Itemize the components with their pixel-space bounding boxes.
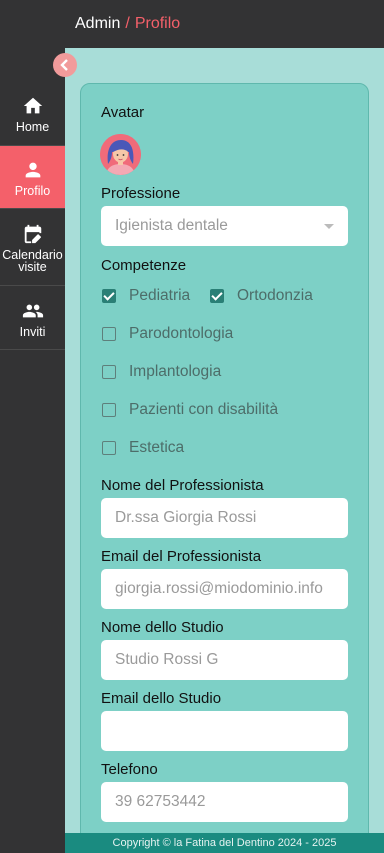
breadcrumb-current: Profilo xyxy=(134,15,181,32)
skill-checkbox-pediatria[interactable]: Pediatria xyxy=(102,287,190,305)
profession-label: Professione xyxy=(101,185,181,202)
skill-label: Implantologia xyxy=(129,363,222,380)
person-icon xyxy=(25,162,40,178)
sidebar-item-label: Home xyxy=(15,120,50,134)
professional-email-label: Email del Professionista xyxy=(101,548,262,565)
breadcrumb-root[interactable]: Admin xyxy=(75,15,120,33)
professional-name-input[interactable]: Dr.ssa Giorgia Rossi xyxy=(101,498,348,538)
sidebar-item-label: Inviti xyxy=(19,325,46,339)
skill-label: Pazienti con disabilità xyxy=(129,401,279,418)
sidebar-item-label: Calendario visite xyxy=(2,248,63,274)
avatar[interactable] xyxy=(100,134,141,175)
phone-label: Telefono xyxy=(101,761,158,778)
breadcrumb-separator: / xyxy=(125,15,130,32)
skill-label: Pediatria xyxy=(129,287,191,304)
checkbox-unchecked-icon[interactable] xyxy=(102,403,116,417)
avatar-label: Avatar xyxy=(101,104,145,121)
skill-checkbox-pazienti-con-disabilita[interactable]: Pazienti con disabilità xyxy=(102,401,278,419)
skill-checkbox-parodontologia[interactable]: Parodontologia xyxy=(102,325,233,343)
chevron-left-icon xyxy=(60,59,68,71)
checkbox-unchecked-icon[interactable] xyxy=(102,327,116,341)
home-icon xyxy=(23,97,42,114)
studio-email-label: Email dello Studio xyxy=(101,690,222,707)
people-icon xyxy=(22,304,43,318)
profession-select-value: Igienista dentale xyxy=(115,217,228,234)
sidebar-item-profilo[interactable]: Profilo xyxy=(0,146,65,209)
footer: Copyright © la Fatina del Dentino 2024 -… xyxy=(65,833,384,853)
copyright-text: Copyright © la Fatina del Dentino 2024 -… xyxy=(112,837,337,849)
studio-name-input[interactable]: Studio Rossi G xyxy=(101,640,348,680)
skill-checkbox-ortodonzia[interactable]: Ortodonzia xyxy=(210,287,313,305)
professional-name-label: Nome del Professionista xyxy=(101,477,264,494)
studio-name-label: Nome dello Studio xyxy=(101,619,224,636)
studio-email-input[interactable] xyxy=(101,711,348,751)
skill-label: Estetica xyxy=(129,439,185,456)
sidebar-item-home[interactable]: Home xyxy=(0,83,65,146)
profession-select[interactable]: Igienista dentale xyxy=(101,206,348,246)
skill-label: Ortodonzia xyxy=(237,287,313,304)
skill-checkbox-implantologia[interactable]: Implantologia xyxy=(102,363,221,381)
sidebar-item-inviti[interactable]: Inviti xyxy=(0,286,65,350)
phone-input[interactable]: 39 62753442 xyxy=(101,782,348,822)
skill-checkbox-estetica[interactable]: Estetica xyxy=(102,439,184,457)
checkbox-checked-icon[interactable] xyxy=(210,289,224,303)
checkbox-unchecked-icon[interactable] xyxy=(102,365,116,379)
calendar-edit-icon xyxy=(24,224,41,244)
professional-email-input[interactable]: giorgia.rossi@miodominio.info xyxy=(101,569,348,609)
skills-label: Competenze xyxy=(101,257,187,274)
collapse-sidebar-button[interactable] xyxy=(53,53,77,77)
checkbox-unchecked-icon[interactable] xyxy=(102,441,116,455)
checkbox-checked-icon[interactable] xyxy=(102,289,116,303)
avatar-illustration xyxy=(100,134,141,175)
sidebar-item-label: Profilo xyxy=(14,184,51,198)
sidebar-item-calendario-visite[interactable]: Calendario visite xyxy=(0,209,65,286)
skill-label: Parodontologia xyxy=(129,325,234,342)
top-bar: Admin / Profilo xyxy=(65,0,384,48)
chevron-down-icon xyxy=(324,224,334,229)
